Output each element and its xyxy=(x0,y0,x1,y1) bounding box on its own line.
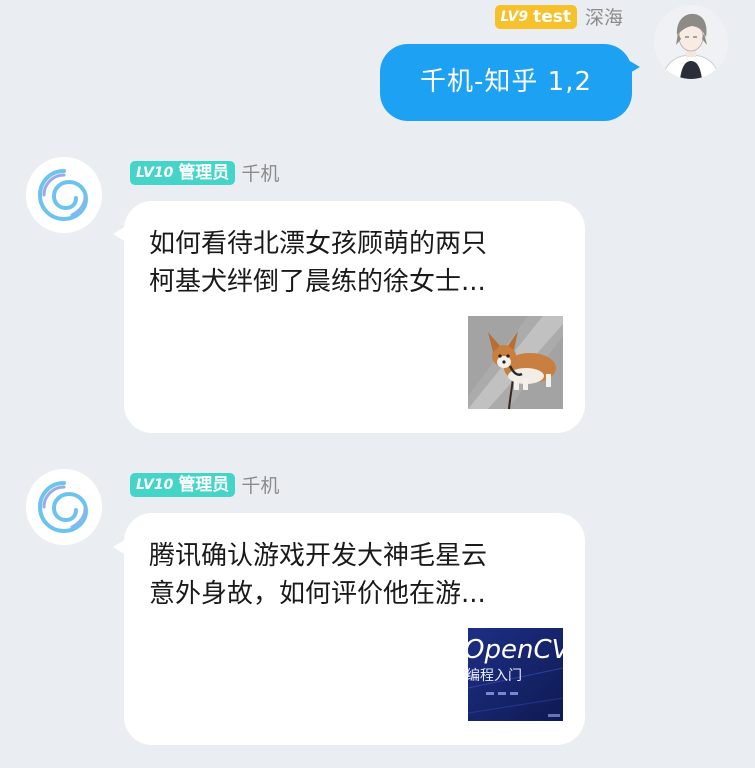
incoming-sender-header: LV10 管理员 千机 xyxy=(130,159,279,186)
spiral-logo-icon xyxy=(26,469,102,545)
badge-title: 管理员 xyxy=(178,474,230,495)
avatar-user-icon xyxy=(654,5,728,79)
incoming-sender-header: LV10 管理员 千机 xyxy=(130,471,279,498)
article-title-line: 意外身故，如何评价他在游... xyxy=(149,579,486,609)
article-title-line: 如何看待北漂女孩顾萌的两只 xyxy=(149,229,488,259)
article-title: 腾讯确认游戏开发大神毛星云 意外身故，如何评价他在游... xyxy=(149,537,569,613)
article-thumbnail: OpenCV 编程入门 xyxy=(468,628,563,721)
cover-main-text: OpenCV xyxy=(468,635,563,665)
user-avatar[interactable] xyxy=(654,5,728,79)
level-badge: LV10 管理员 xyxy=(130,160,236,185)
badge-title: 管理员 xyxy=(178,162,230,183)
sender-nickname: 千机 xyxy=(241,163,280,185)
bot-avatar[interactable] xyxy=(26,157,102,233)
sender-nickname: 千机 xyxy=(241,475,280,497)
bot-avatar[interactable] xyxy=(26,469,102,545)
article-title: 如何看待北漂女孩顾萌的两只 柯基犬绊倒了晨练的徐女士... xyxy=(149,225,569,301)
corgi-dog-photo xyxy=(468,316,563,409)
level-text: LV10 xyxy=(136,476,174,493)
outgoing-sender-header: LV9 test 深海 xyxy=(494,3,623,30)
sender-nickname: 深海 xyxy=(584,7,623,29)
badge-title: test xyxy=(533,6,571,27)
level-text: LV10 xyxy=(136,164,174,181)
outgoing-message-bubble[interactable]: 千机-知乎 1,2 xyxy=(380,44,632,121)
article-card[interactable]: 腾讯确认游戏开发大神毛星云 意外身故，如何评价他在游... OpenCV 编程入… xyxy=(124,513,585,745)
article-card[interactable]: 如何看待北漂女孩顾萌的两只 柯基犬绊倒了晨练的徐女士... xyxy=(124,201,585,433)
article-thumbnail xyxy=(468,316,563,409)
level-text: LV9 xyxy=(500,8,529,25)
article-title-line: 腾讯确认游戏开发大神毛星云 xyxy=(149,541,488,571)
cover-sub-text: 编程入门 xyxy=(468,668,522,684)
level-badge: LV10 管理员 xyxy=(130,472,236,497)
level-badge: LV9 test xyxy=(494,4,577,29)
spiral-logo-icon xyxy=(26,157,102,233)
opencv-cover: OpenCV 编程入门 xyxy=(468,628,563,721)
outgoing-bubble-tail xyxy=(628,60,640,74)
article-title-line: 柯基犬绊倒了晨练的徐女士... xyxy=(149,267,486,297)
